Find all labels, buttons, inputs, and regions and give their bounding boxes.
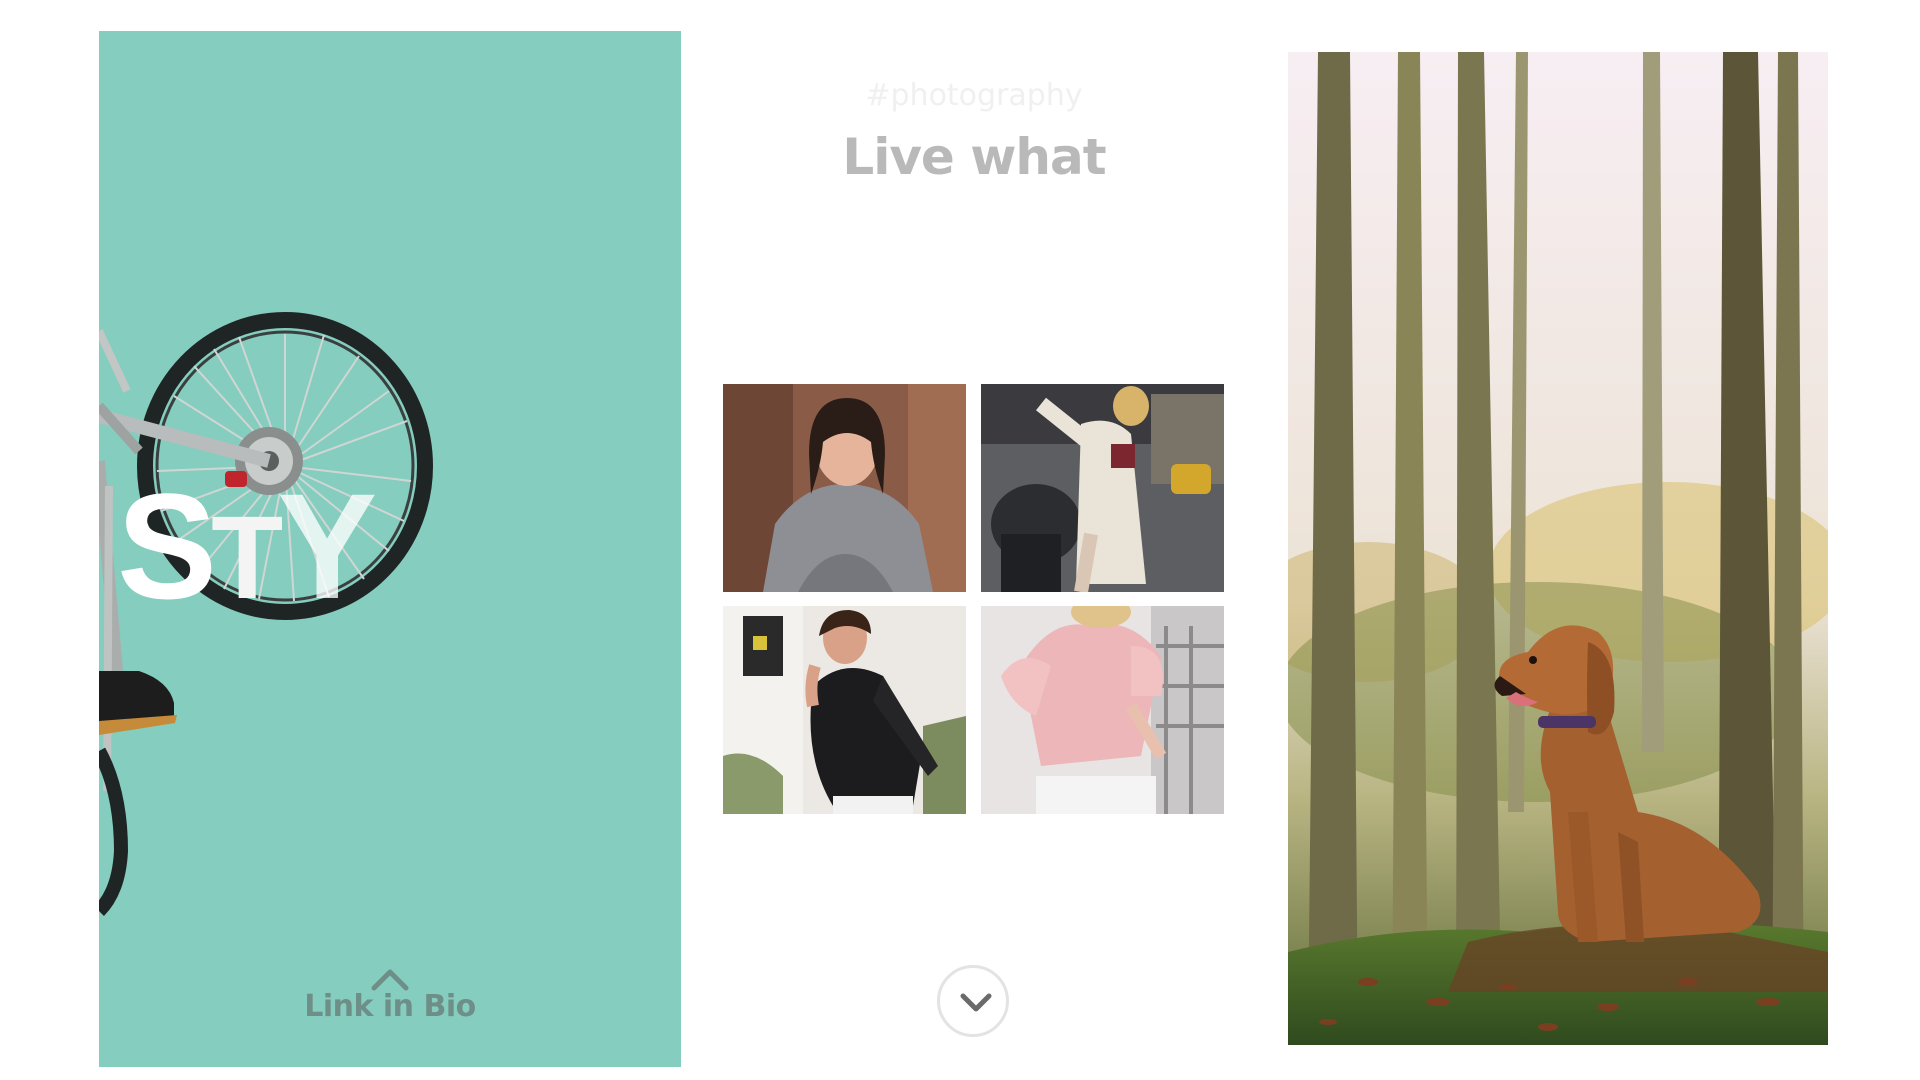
photo-tile-street-style[interactable] (981, 384, 1224, 592)
overlay-letter-s: S (117, 462, 217, 630)
left-story-panel: STY Link in Bio (99, 31, 681, 1067)
hashtag-text: #photography (865, 78, 1083, 113)
photo-tile-pink-blouse[interactable] (981, 606, 1224, 814)
story-templates-preview: STY Link in Bio #photography Live what (0, 0, 1920, 1080)
link-in-bio-label[interactable]: Link in Bio (99, 989, 681, 1024)
scroll-down-button[interactable] (937, 965, 1009, 1037)
stylish-overlay-text: STY (117, 471, 377, 624)
overlay-letter-t: T (211, 492, 283, 624)
overlay-letter-y: Y (277, 462, 377, 630)
photo-tile-black-top[interactable] (723, 606, 966, 814)
photo-grid (723, 384, 1225, 814)
headline-text: Live what (842, 128, 1106, 186)
chevron-down-icon (960, 993, 992, 1012)
dog-forest-photo (1288, 52, 1828, 1045)
photo-tile-grey-sweater[interactable] (723, 384, 966, 592)
